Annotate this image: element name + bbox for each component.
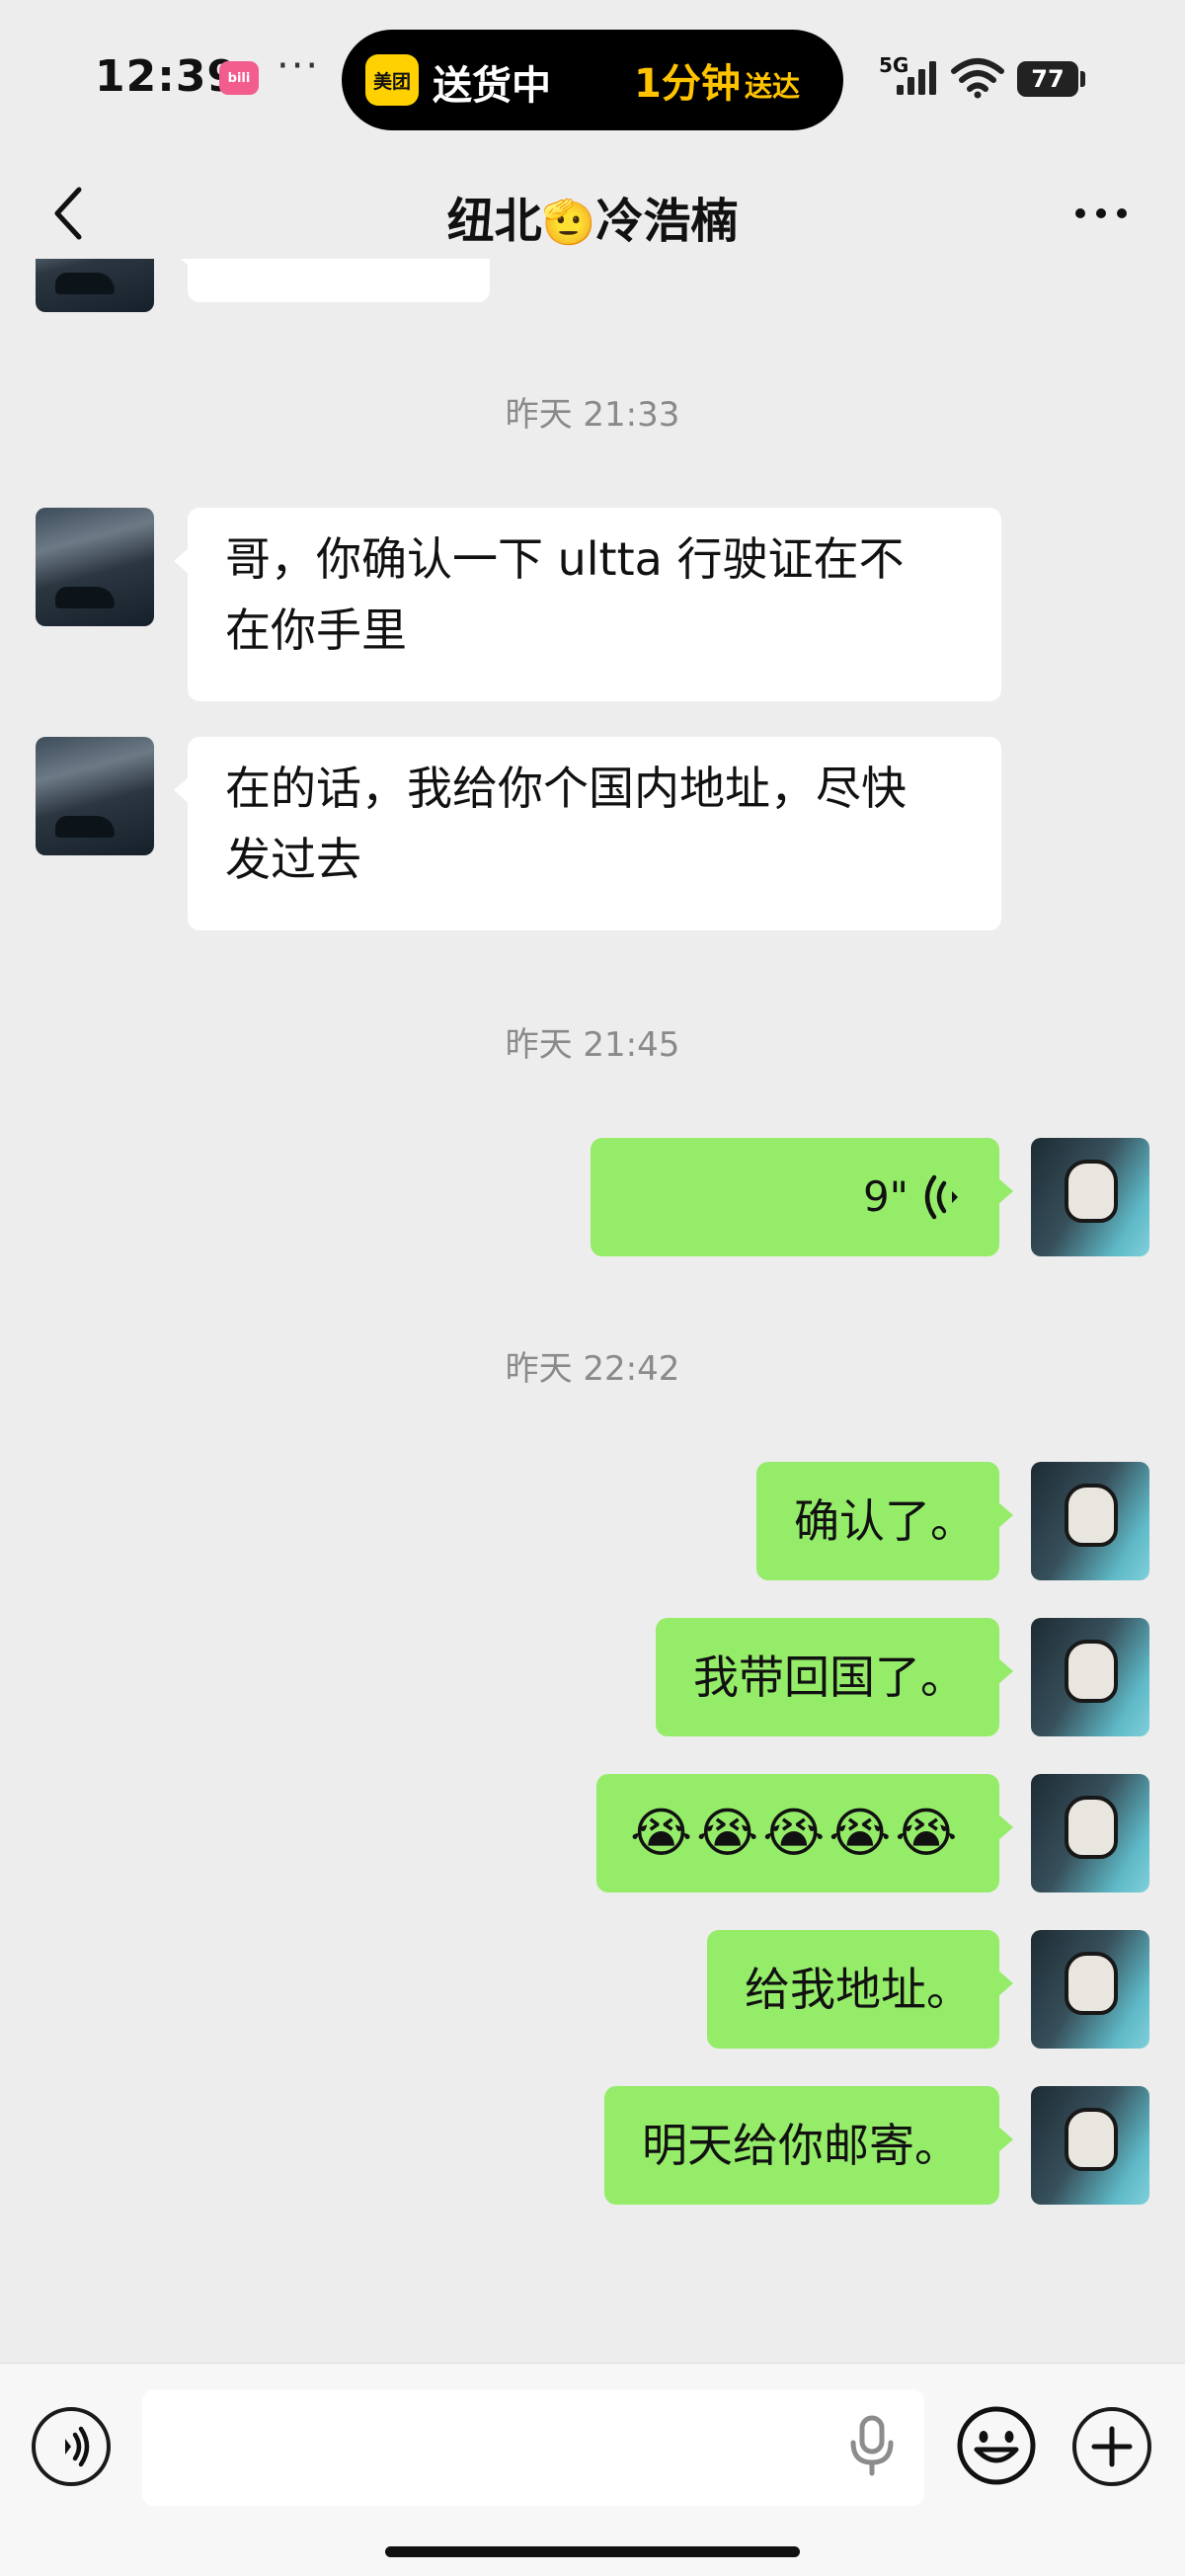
message-bubble-outgoing[interactable]: 😭😭😭😭😭 bbox=[596, 1774, 1013, 1892]
message-text-line: 在你手里 bbox=[225, 604, 407, 657]
status-bar: 12:39 bili ··· 美团 送货中 1分钟 送达 5G 77 bbox=[0, 0, 1185, 158]
more-actions-button[interactable] bbox=[1072, 2407, 1151, 2486]
chat-title-prefix: 纽北 bbox=[446, 194, 542, 249]
chat-more-button[interactable] bbox=[1066, 184, 1136, 243]
more-horizontal-icon bbox=[1075, 208, 1127, 218]
emoji-icon bbox=[957, 2406, 1036, 2485]
message-list[interactable]: 昨天 21:33 哥，你确认一下 ultta 行驶证在不 在你手里 在的话，我给… bbox=[0, 259, 1185, 2363]
cellular-signal-icon bbox=[897, 61, 936, 95]
my-avatar[interactable] bbox=[1031, 1138, 1149, 1256]
message-text-line: 哥，你确认一下 ultta 行驶证在不 bbox=[225, 532, 905, 586]
message-bubble-outgoing[interactable]: 明天给你邮寄。 bbox=[604, 2086, 1013, 2205]
message-timestamp: 昨天 21:45 bbox=[505, 1025, 680, 1065]
message-text-line: 发过去 bbox=[225, 833, 361, 886]
voice-wave-icon bbox=[924, 1174, 958, 1220]
my-avatar[interactable] bbox=[1031, 1774, 1149, 1892]
battery-level: 77 bbox=[1017, 61, 1078, 97]
delivery-eta-suffix: 送达 bbox=[745, 70, 801, 103]
message-bubble-outgoing[interactable]: 确认了。 bbox=[756, 1462, 1013, 1580]
message-timestamp: 昨天 22:42 bbox=[505, 1349, 680, 1389]
voice-mode-button[interactable] bbox=[32, 2407, 111, 2486]
wifi-icon bbox=[951, 58, 1004, 99]
contact-avatar[interactable] bbox=[36, 508, 154, 626]
message-bubble-outgoing[interactable]: 给我地址。 bbox=[707, 1930, 1013, 2049]
emoji-button[interactable] bbox=[954, 2403, 1039, 2488]
voice-toggle-icon bbox=[65, 2426, 90, 2467]
voice-duration: 9" bbox=[862, 1172, 908, 1221]
salute-emoji-icon: 🫡 bbox=[541, 198, 596, 248]
message-bubble-incoming[interactable]: 哥，你确认一下 ultta 行驶证在不 在你手里 bbox=[174, 508, 1001, 701]
home-indicator[interactable] bbox=[385, 2546, 800, 2557]
dynamic-island-delivery[interactable]: 美团 送货中 1分钟 送达 bbox=[342, 30, 843, 130]
bilibili-app-icon: bili bbox=[219, 61, 259, 95]
message-bubble-incoming-partial[interactable] bbox=[174, 259, 490, 302]
back-button[interactable] bbox=[40, 184, 99, 243]
message-bubble-incoming[interactable]: 在的话，我给你个国内地址，尽快 发过去 bbox=[174, 737, 1001, 930]
my-avatar[interactable] bbox=[1031, 1618, 1149, 1736]
contact-avatar[interactable] bbox=[36, 259, 154, 312]
my-avatar[interactable] bbox=[1031, 1930, 1149, 2049]
message-text-line: 在的话，我给你个国内地址，尽快 bbox=[225, 762, 907, 815]
chat-header: 纽北🫡冷浩楠 bbox=[0, 168, 1185, 259]
my-avatar[interactable] bbox=[1031, 2086, 1149, 2205]
chat-title: 纽北🫡冷浩楠 bbox=[296, 182, 889, 251]
message-input[interactable] bbox=[142, 2389, 924, 2506]
message-bubble-outgoing[interactable]: 我带回国了。 bbox=[656, 1618, 1013, 1736]
chat-input-bar bbox=[0, 2363, 1185, 2576]
message-timestamp: 昨天 21:33 bbox=[505, 395, 680, 435]
delivery-eta: 1分钟 bbox=[634, 61, 741, 107]
delivery-status: 送货中 bbox=[433, 63, 551, 109]
chat-title-suffix: 冷浩楠 bbox=[595, 194, 739, 249]
microphone-icon[interactable] bbox=[847, 2415, 897, 2476]
plus-icon bbox=[1091, 2426, 1133, 2467]
meituan-app-icon: 美团 bbox=[365, 54, 419, 106]
my-avatar[interactable] bbox=[1031, 1462, 1149, 1580]
status-time: 12:39 bbox=[95, 51, 239, 102]
status-more-indicator: ··· bbox=[276, 43, 321, 89]
battery-tip bbox=[1080, 71, 1085, 87]
contact-avatar[interactable] bbox=[36, 737, 154, 855]
chevron-left-icon bbox=[54, 187, 82, 240]
voice-message-bubble[interactable]: 9" bbox=[591, 1138, 1013, 1256]
